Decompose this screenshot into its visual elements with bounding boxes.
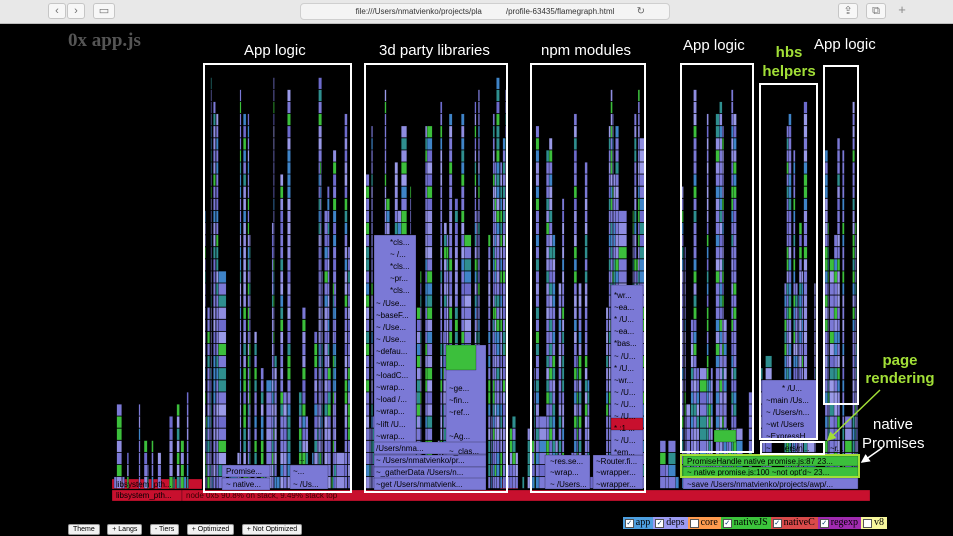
legend-item-nativeJS[interactable]: ✓ nativeJS — [720, 517, 771, 529]
legend-label: app — [635, 517, 651, 528]
not-optimized-button[interactable]: + Not Optimized — [241, 524, 303, 535]
legend-checkbox[interactable]: ✓ — [655, 518, 665, 528]
legend-checkbox[interactable]: ✓ — [722, 518, 732, 528]
legend-label: v8 — [874, 517, 884, 528]
controls-bar: Theme + Langs - Tiers + Optimized + Not … — [68, 518, 305, 535]
legend-label: deps — [666, 517, 685, 528]
tiers-button[interactable]: - Tiers — [149, 524, 180, 535]
legend-label: core — [700, 517, 718, 528]
legend-item-regexp[interactable]: ✓ regexp — [817, 517, 861, 529]
legend-item-deps[interactable]: ✓ deps — [653, 517, 688, 529]
legend-checkbox[interactable] — [689, 518, 699, 528]
legend-checkbox[interactable]: ✓ — [772, 518, 782, 528]
arrow-native-promises — [860, 447, 883, 463]
legend-label: nativeJS — [733, 517, 768, 528]
legend-item-core[interactable]: core — [687, 517, 721, 529]
legend-item-nativeC[interactable]: ✓ nativeC — [770, 517, 818, 529]
legend-checkbox[interactable]: ✓ — [819, 518, 829, 528]
legend-checkbox[interactable] — [863, 518, 872, 528]
legend-label: nativeC — [783, 517, 815, 528]
legend: ✓ app ✓ deps core ✓ nativeJS ✓ nativeC ✓ regexp v8 — [622, 517, 887, 529]
legend-item-v8[interactable]: v8 — [861, 517, 887, 529]
optimized-button[interactable]: + Optimized — [186, 524, 235, 535]
theme-button[interactable]: Theme — [68, 524, 100, 535]
legend-checkbox[interactable]: ✓ — [624, 518, 634, 528]
arrow-page-rendering — [826, 389, 881, 442]
langs-button[interactable]: + Langs — [107, 524, 143, 535]
annotation-arrows — [826, 389, 883, 463]
legend-item-app[interactable]: ✓ app — [622, 517, 654, 529]
legend-label: regexp — [830, 517, 858, 528]
